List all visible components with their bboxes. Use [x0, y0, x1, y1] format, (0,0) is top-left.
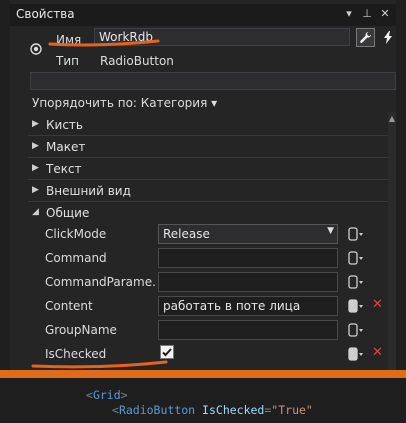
- lightning-icon: [383, 31, 392, 44]
- category-common[interactable]: ◢ Общие: [28, 202, 388, 224]
- ischecked-checkbox[interactable]: [160, 345, 174, 359]
- ischecked-underline-annotation: [31, 360, 168, 369]
- property-marker-icon[interactable]: [348, 345, 364, 363]
- properties-panel: Свойства ▾ ⊥ ✕ Имя Тип RadioButton Упоря…: [10, 0, 396, 370]
- scroll-up-icon[interactable]: ▲: [388, 115, 396, 123]
- property-marker-icon[interactable]: [348, 273, 364, 291]
- property-row-content: Content работать в поте лица ✕: [42, 294, 388, 318]
- category-label: Кисть: [46, 118, 83, 132]
- property-marker-icon[interactable]: [348, 321, 364, 339]
- name-underline-annotation: [48, 39, 160, 47]
- category-text[interactable]: ▶ Текст: [28, 158, 388, 180]
- property-marker-icon[interactable]: [348, 297, 364, 315]
- code-string: "True": [271, 403, 313, 417]
- command-input[interactable]: [158, 248, 338, 268]
- property-row-clickmode: ClickMode Release ▼: [42, 222, 388, 246]
- category-layout[interactable]: ▶ Макет: [28, 136, 388, 158]
- select-value: Release: [163, 227, 210, 241]
- category-label: Общие: [46, 206, 90, 220]
- sort-by-dropdown[interactable]: Упорядочить по: Категория ▾: [32, 96, 217, 110]
- expand-arrow-icon: ▶: [32, 163, 39, 173]
- clickmode-select[interactable]: Release ▼: [158, 224, 338, 244]
- code-tag: Grid: [92, 388, 121, 402]
- property-name: ClickMode: [45, 227, 107, 241]
- reset-property-icon[interactable]: ✕: [372, 297, 383, 312]
- reset-property-icon[interactable]: ✕: [372, 345, 383, 360]
- type-label: Тип: [56, 54, 79, 68]
- pin-icon[interactable]: ⊥: [360, 7, 374, 21]
- property-row-command: Command: [42, 246, 388, 270]
- content-input[interactable]: работать в поте лица: [158, 296, 338, 316]
- orange-separator: [0, 370, 406, 378]
- code-line-grid: <Grid>: [86, 388, 128, 402]
- property-name: Content: [45, 299, 93, 313]
- property-name: Command: [45, 251, 107, 265]
- wrench-icon: [360, 31, 371, 43]
- commandparameter-input[interactable]: [158, 272, 338, 292]
- property-row-groupname: GroupName: [42, 318, 388, 342]
- code-tag: RadioButton: [118, 403, 196, 417]
- expand-arrow-icon: ▶: [32, 141, 39, 151]
- expand-arrow-icon: ▶: [32, 119, 39, 129]
- radio-button-icon: [30, 43, 42, 55]
- titlebar-icons: ▾ ⊥ ✕: [342, 7, 392, 21]
- category-label: Макет: [46, 140, 86, 154]
- property-name: CommandParame...: [45, 275, 155, 289]
- checkmark-icon: [162, 348, 172, 357]
- chevron-down-icon: ▼: [327, 226, 334, 236]
- category-label: Внешний вид: [46, 184, 131, 198]
- category-brush[interactable]: ▶ Кисть: [28, 114, 388, 136]
- property-marker-icon[interactable]: [348, 225, 364, 243]
- expand-arrow-icon: ▶: [32, 185, 39, 195]
- dropdown-icon[interactable]: ▾: [342, 7, 356, 21]
- property-search-input[interactable]: [30, 72, 396, 90]
- properties-button[interactable]: [356, 28, 375, 47]
- groupname-input[interactable]: [158, 320, 338, 340]
- code-attribute: IsChecked: [202, 403, 265, 417]
- category-label: Текст: [46, 162, 82, 176]
- property-name: GroupName: [45, 323, 117, 337]
- code-line-radiobutton: <RadioButton IsChecked="True": [112, 403, 313, 417]
- xaml-code-editor[interactable]: <Grid> <RadioButton IsChecked="True": [0, 378, 406, 423]
- property-marker-icon[interactable]: [348, 249, 364, 267]
- category-appearance[interactable]: ▶ Внешний вид: [28, 180, 388, 202]
- panel-title: Свойства: [16, 7, 75, 21]
- type-value: RadioButton: [100, 54, 174, 68]
- vertical-scrollbar[interactable]: ▲: [388, 112, 396, 370]
- properties-titlebar: Свойства ▾ ⊥ ✕: [10, 4, 396, 26]
- property-row-commandparameter: CommandParame...: [42, 270, 388, 294]
- property-list: ▶ Кисть ▶ Макет ▶ Текст ▶ Внешний вид ◢ …: [28, 112, 388, 370]
- events-button[interactable]: [379, 28, 396, 47]
- close-icon[interactable]: ✕: [378, 7, 392, 21]
- collapse-arrow-icon: ◢: [32, 207, 39, 217]
